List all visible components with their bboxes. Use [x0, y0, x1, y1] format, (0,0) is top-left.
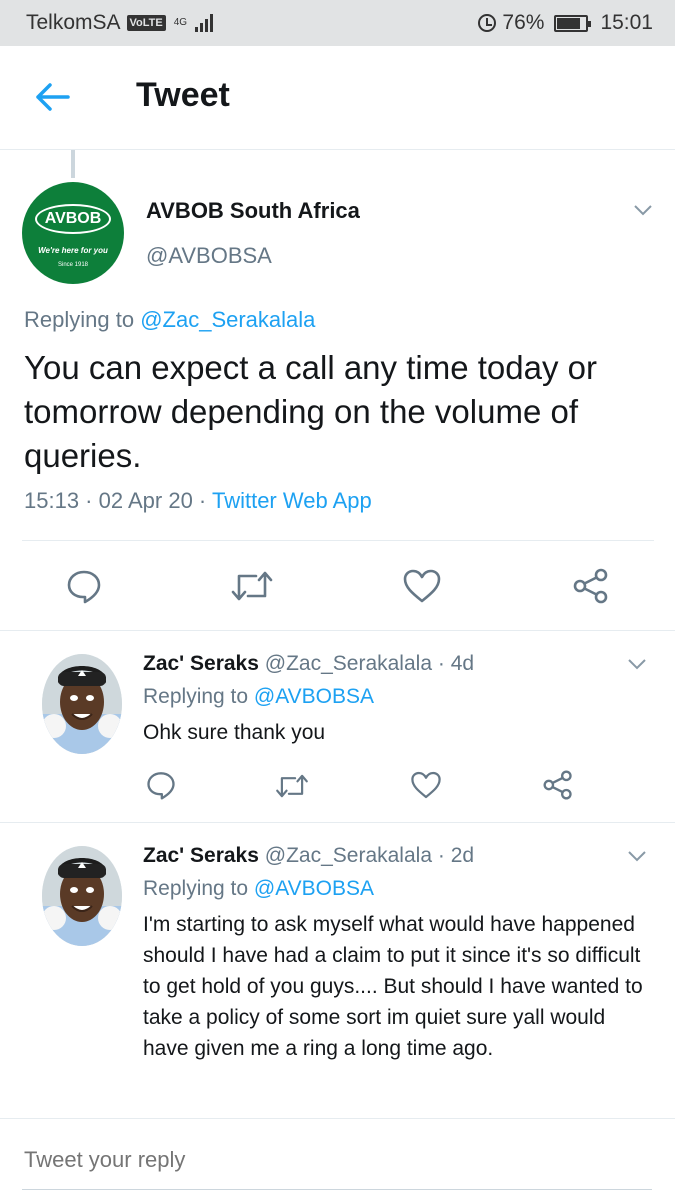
reply-input[interactable]: [24, 1147, 624, 1173]
chevron-down-icon[interactable]: [628, 850, 646, 862]
reply-author-handle[interactable]: @Zac_Serakalala: [265, 652, 432, 675]
reply-composer: [0, 1118, 675, 1200]
volte-badge: VoLTE: [126, 15, 166, 31]
signal-icon: [195, 14, 214, 32]
like-icon[interactable]: [402, 568, 442, 604]
reply-header: Zac' Seraks @Zac_Serakalala · 4d: [143, 652, 474, 676]
status-bar: TelkomSA VoLTE 4G 76% 15:01: [0, 0, 675, 46]
clock: 15:01: [600, 11, 653, 34]
reply-icon[interactable]: [66, 568, 102, 604]
reply-author-name[interactable]: Zac' Seraks: [143, 844, 259, 867]
carrier-name: TelkomSA: [26, 11, 121, 34]
like-icon[interactable]: [410, 770, 442, 800]
battery-icon: [554, 14, 592, 32]
back-arrow-icon[interactable]: [34, 82, 70, 112]
chevron-down-icon[interactable]: [634, 204, 652, 216]
share-icon[interactable]: [542, 770, 574, 800]
replying-to: Replying to @Zac_Serakalala: [24, 307, 315, 333]
replying-to-handle[interactable]: @AVBOBSA: [254, 877, 374, 900]
status-left: TelkomSA VoLTE 4G: [26, 11, 214, 35]
reply-text: Ohk sure thank you: [143, 721, 326, 744]
retweet-icon[interactable]: [230, 568, 274, 604]
user-photo: [42, 654, 122, 754]
replying-to-label: Replying to: [24, 307, 135, 332]
user-photo: [42, 846, 122, 946]
logo-wordmark: AVBOB: [35, 204, 111, 234]
reply-author-handle[interactable]: @Zac_Serakalala: [265, 844, 432, 867]
divider: [0, 822, 675, 823]
page-title: Tweet: [136, 76, 230, 114]
status-right: 76% 15:01: [478, 11, 653, 35]
tweet-text: You can expect a call any time today or …: [24, 349, 597, 474]
reply-author-name[interactable]: Zac' Seraks: [143, 652, 259, 675]
alarm-icon: [478, 14, 497, 32]
replying-to: Replying to @AVBOBSA: [143, 877, 374, 901]
avatar[interactable]: [42, 846, 122, 946]
dot-separator: ·: [437, 844, 445, 867]
network-type: 4G: [173, 17, 188, 28]
replying-to-label: Replying to: [143, 877, 249, 900]
avbob-avatar[interactable]: AVBOB We're here for you Since 1918: [22, 182, 124, 284]
tweet-source[interactable]: Twitter Web App: [212, 488, 372, 513]
divider: [22, 540, 654, 541]
tweet-time: 15:13: [24, 488, 80, 513]
replying-to-handle[interactable]: @AVBOBSA: [254, 685, 374, 708]
avatar[interactable]: [42, 654, 122, 754]
author-name[interactable]: AVBOB South Africa: [146, 198, 360, 224]
logo-since: Since 1918: [57, 262, 89, 268]
logo-tagline: We're here for you: [38, 246, 108, 255]
retweet-icon[interactable]: [274, 772, 310, 800]
battery-percent: 76%: [502, 11, 545, 34]
reply-age: 2d: [450, 844, 475, 867]
replying-to: Replying to @AVBOBSA: [143, 685, 374, 709]
tweet-meta: 15:13 · 02 Apr 20 · Twitter Web App: [24, 488, 372, 513]
author-handle[interactable]: @AVBOBSA: [146, 243, 272, 269]
reply-text: I'm starting to ask myself what would ha…: [143, 913, 643, 1060]
reply-age: 4d: [450, 652, 475, 675]
thread-connector: [71, 150, 75, 178]
chevron-down-icon[interactable]: [628, 658, 646, 670]
share-icon[interactable]: [572, 568, 610, 604]
tweet-date: 02 Apr 20: [98, 488, 193, 513]
reply-header: Zac' Seraks @Zac_Serakalala · 2d: [143, 844, 474, 868]
input-underline: [22, 1189, 652, 1190]
divider: [0, 630, 675, 631]
dot-separator: ·: [437, 652, 445, 675]
reply-icon[interactable]: [146, 770, 176, 800]
top-app-bar: Tweet: [0, 46, 675, 150]
replying-to-label: Replying to: [143, 685, 249, 708]
replying-to-handle[interactable]: @Zac_Serakalala: [140, 307, 315, 332]
battery-fill: [557, 17, 581, 29]
